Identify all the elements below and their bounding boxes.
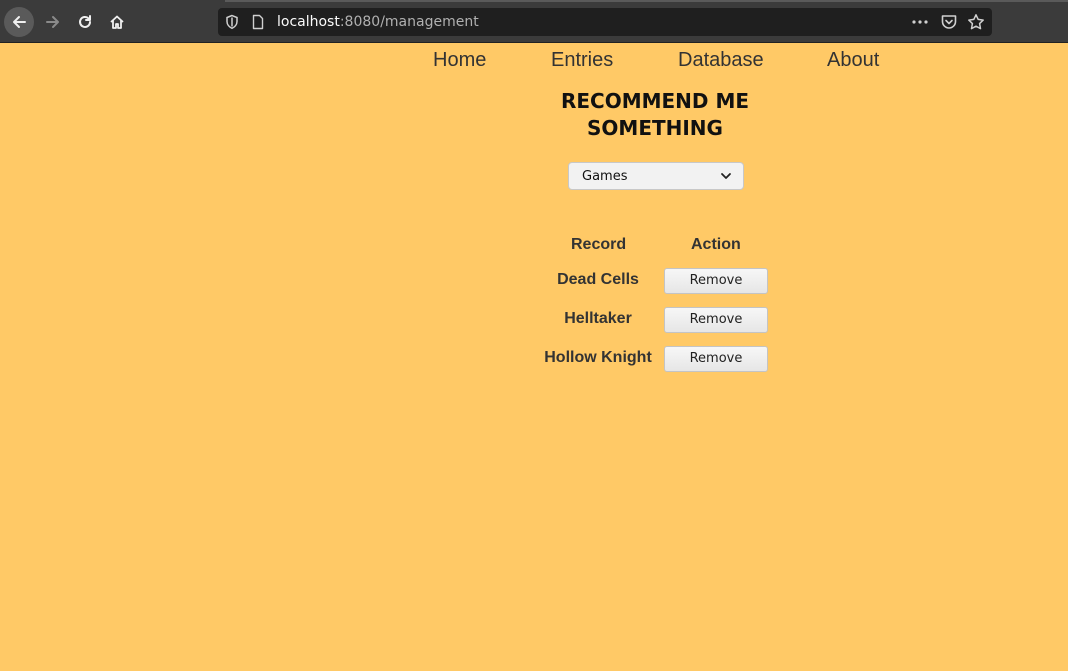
url-host: localhost [277, 14, 340, 30]
more-dots-icon[interactable] [911, 14, 929, 30]
arrow-left-icon [13, 16, 26, 28]
url-bar[interactable]: localhost:8080/management [218, 8, 992, 36]
record-name: Dead Cells [557, 271, 639, 288]
nav-link-database[interactable]: Database [678, 49, 764, 72]
tab-strip-edge [225, 0, 1068, 2]
url-text[interactable]: localhost:8080/management [277, 14, 479, 30]
shield-icon[interactable] [225, 14, 239, 30]
record-name: Helltaker [564, 310, 632, 327]
pocket-icon[interactable] [940, 13, 958, 31]
remove-button[interactable]: Remove [664, 346, 768, 372]
site-nav: Home Entries Database About [0, 49, 1068, 75]
record-name: Hollow Knight [544, 349, 652, 366]
remove-button[interactable]: Remove [664, 307, 768, 333]
star-icon[interactable] [967, 13, 985, 31]
back-button[interactable] [4, 7, 34, 37]
remove-button[interactable]: Remove [664, 268, 768, 294]
home-button[interactable] [102, 7, 132, 37]
column-header-action: Action [691, 236, 741, 253]
home-icon [110, 15, 124, 29]
chevron-down-icon [721, 173, 731, 179]
reload-button[interactable] [70, 7, 100, 37]
page-icon[interactable] [251, 14, 265, 30]
nav-link-home[interactable]: Home [433, 49, 486, 72]
nav-link-about[interactable]: About [827, 49, 879, 72]
browser-toolbar: localhost:8080/management [0, 0, 1068, 43]
reload-icon [79, 15, 91, 28]
page-title: RECOMMEND ME SOMETHING [560, 89, 750, 140]
category-selected-value: Games [582, 169, 628, 184]
forward-button[interactable] [38, 7, 68, 37]
url-path: :8080/management [339, 14, 479, 30]
column-header-record: Record [571, 236, 627, 253]
category-select[interactable]: Games [568, 162, 744, 190]
arrow-right-icon [46, 16, 59, 28]
nav-link-entries[interactable]: Entries [551, 49, 613, 72]
